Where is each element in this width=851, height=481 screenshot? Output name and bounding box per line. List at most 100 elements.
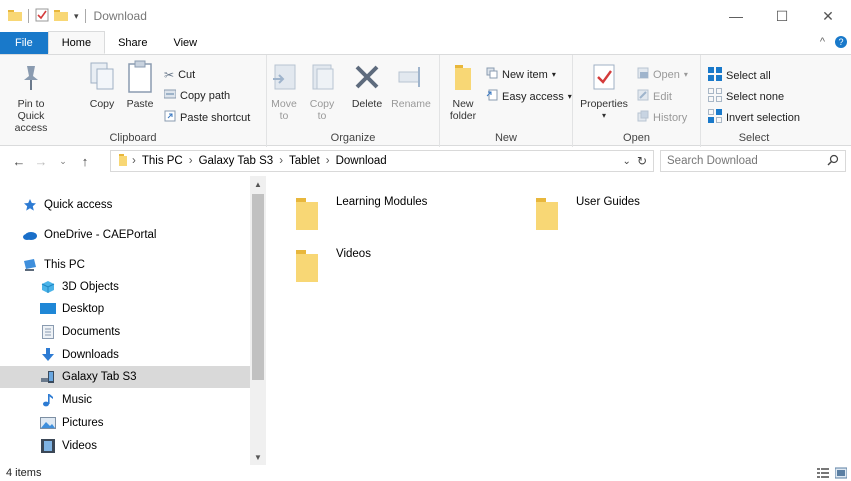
picture-icon (40, 415, 56, 431)
pin-to-quick-access-button[interactable]: Pin to Quick access (4, 59, 58, 134)
breadcrumb-chevron-icon[interactable]: › (189, 155, 193, 167)
easy-access-label: Easy access (502, 90, 564, 103)
breadcrumb-chevron-icon[interactable]: › (279, 155, 283, 167)
nav-item-desktop[interactable]: Desktop (0, 298, 250, 320)
copy-icon (89, 59, 115, 95)
copy-path-button[interactable]: Copy path (163, 89, 230, 102)
scrollbar-thumb[interactable] (252, 194, 264, 380)
breadcrumb-chevron-icon[interactable]: › (132, 155, 136, 167)
ribbon-tabs: File Home Share View (0, 31, 851, 54)
delete-button[interactable]: Delete (349, 59, 385, 110)
scroll-down-arrow-icon[interactable]: ▼ (250, 449, 266, 465)
rename-button[interactable]: Rename (389, 59, 433, 110)
nav-item-music[interactable]: Music (0, 389, 250, 411)
scroll-up-arrow-icon[interactable]: ▲ (250, 176, 266, 192)
easy-access-button[interactable]: Easy access ▾ (486, 89, 572, 104)
properties-check-icon[interactable] (35, 8, 49, 25)
paste-shortcut-button[interactable]: Paste shortcut (164, 110, 250, 125)
navigation-scrollbar[interactable]: ▲ ▼ (250, 176, 266, 465)
copy-to-button[interactable]: Copy to (305, 59, 339, 122)
back-button[interactable]: ← (8, 154, 30, 169)
breadcrumb-tablet[interactable]: Tablet (289, 155, 320, 167)
tab-file[interactable]: File (0, 32, 48, 54)
nav-item-documents[interactable]: Documents (0, 321, 250, 343)
history-button[interactable]: History (637, 110, 687, 125)
properties-label: Properties (580, 98, 628, 110)
forward-button[interactable]: → (30, 154, 52, 169)
open-button[interactable]: Open ▾ (637, 67, 688, 82)
new-item-button[interactable]: New item ▾ (486, 67, 556, 82)
move-to-button[interactable]: Move to (267, 59, 301, 122)
search-input[interactable]: Search Download (660, 150, 846, 172)
folder-item-user-guides[interactable]: User Guides (532, 194, 640, 232)
delete-label: Delete (351, 98, 383, 110)
nav-item-label: Pictures (62, 417, 104, 429)
toolbar-divider (28, 9, 29, 23)
copy-button[interactable]: Copy (84, 59, 120, 110)
collapse-ribbon-button[interactable]: ^ (820, 36, 825, 48)
large-icons-view-icon[interactable] (834, 467, 848, 481)
quick-access-toolbar: ▾ (0, 8, 90, 25)
address-dropdown-icon[interactable]: ⌄ (623, 156, 631, 167)
desktop-icon (40, 301, 56, 317)
folder-item-videos[interactable]: Videos (292, 246, 371, 284)
properties-button[interactable]: Properties ▾ (577, 59, 631, 122)
window-title: Download (93, 9, 147, 23)
invert-selection-button[interactable]: Invert selection (708, 109, 800, 126)
nav-item-onedrive[interactable]: OneDrive - CAEPortal (0, 224, 250, 246)
paste-label: Paste (126, 98, 154, 110)
cut-label: Cut (178, 69, 196, 81)
select-none-button[interactable]: Select none (708, 88, 784, 105)
customize-toolbar-dropdown-icon[interactable]: ▾ (74, 11, 79, 22)
folder-item-learning-modules[interactable]: Learning Modules (292, 194, 427, 232)
refresh-icon[interactable]: ↻ (637, 154, 647, 168)
tab-home[interactable]: Home (47, 31, 106, 54)
open-group: Properties ▾ Open ▾ Edit History Open (573, 55, 701, 147)
nav-item-label: OneDrive - CAEPortal (44, 229, 157, 241)
address-bar[interactable]: › This PC › Galaxy Tab S3 › Tablet › Dow… (110, 150, 654, 172)
breadcrumb-galaxy-tab[interactable]: Galaxy Tab S3 (199, 155, 274, 167)
nav-item-label: Downloads (62, 349, 119, 361)
open-label: Open (653, 68, 680, 81)
minimize-button[interactable]: — (713, 0, 759, 32)
nav-item-label: Videos (62, 440, 97, 452)
organize-group-label: Organize (330, 132, 376, 144)
breadcrumb-this-pc[interactable]: This PC (142, 155, 183, 167)
breadcrumb-download[interactable]: Download (336, 155, 387, 167)
details-view-icon[interactable] (817, 467, 829, 481)
maximize-button[interactable]: ☐ (759, 0, 805, 32)
nav-item-downloads[interactable]: Downloads (0, 344, 250, 366)
close-button[interactable]: ✕ (805, 0, 851, 32)
up-button[interactable]: ↑ (74, 154, 96, 169)
new-folder-icon[interactable] (54, 9, 68, 24)
window-controls: — ☐ ✕ (713, 0, 851, 32)
folder-name: Videos (336, 248, 371, 260)
chevron-down-icon: ▾ (567, 92, 572, 101)
edit-pencil-icon (637, 89, 649, 104)
nav-item-galaxy-tab-s3[interactable]: Galaxy Tab S3 (0, 366, 250, 388)
nav-item-label: Quick access (44, 199, 113, 211)
chevron-down-icon: ▾ (601, 111, 606, 120)
open-file-icon (637, 67, 649, 82)
edit-button[interactable]: Edit (637, 89, 672, 104)
new-folder-label: New folder (449, 98, 477, 122)
new-folder-button[interactable]: New folder (444, 59, 482, 122)
help-icon[interactable]: ? (835, 36, 847, 48)
nav-item-pictures[interactable]: Pictures (0, 412, 250, 434)
status-bar: 4 items (0, 465, 851, 481)
nav-item-this-pc[interactable]: This PC (0, 254, 250, 276)
select-all-icon (708, 67, 722, 84)
recent-locations-button[interactable]: ⌄ (52, 156, 74, 167)
paste-button[interactable]: Paste (122, 59, 158, 110)
tab-view[interactable]: View (160, 32, 210, 54)
new-item-label: New item (502, 68, 548, 81)
chevron-down-icon: ▾ (551, 70, 556, 79)
cut-button[interactable]: ✂ Cut (164, 68, 195, 82)
nav-item-quick-access[interactable]: Quick access (0, 194, 250, 216)
select-all-button[interactable]: Select all (708, 67, 771, 84)
tab-share[interactable]: Share (105, 32, 160, 54)
breadcrumb-chevron-icon[interactable]: › (326, 155, 330, 167)
search-icon[interactable] (827, 154, 839, 169)
nav-item-3d-objects[interactable]: 3D Objects (0, 276, 250, 298)
nav-item-videos[interactable]: Videos (0, 435, 250, 457)
